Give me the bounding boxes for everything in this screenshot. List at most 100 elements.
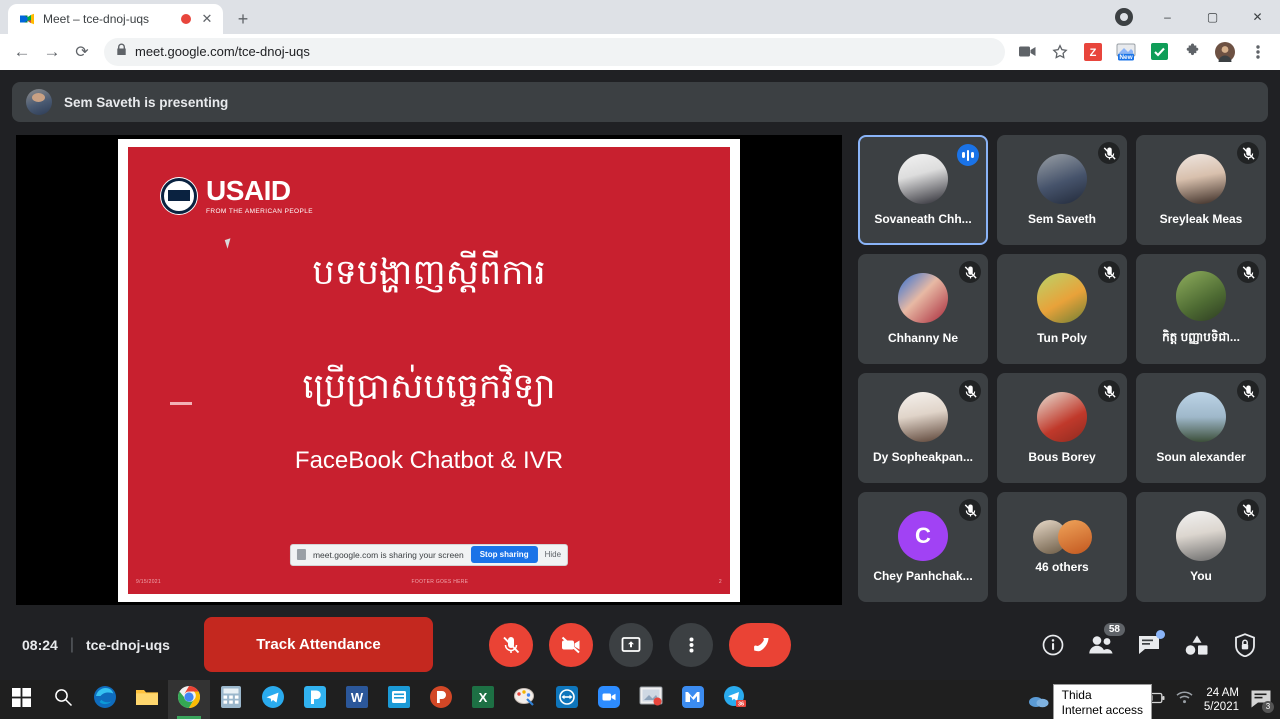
- participant-tile[interactable]: Bous Borey: [997, 373, 1127, 483]
- participant-tile[interactable]: Sovaneath Chh...: [858, 135, 988, 245]
- present-screen-button[interactable]: [609, 622, 653, 667]
- browser-tab[interactable]: Meet – tce-dnoj-uqs ✕: [8, 4, 223, 34]
- taskbar-item-teamviewer[interactable]: [546, 680, 588, 719]
- notifications-icon[interactable]: 3: [1250, 689, 1274, 713]
- back-button[interactable]: ←: [8, 38, 36, 66]
- windows-taskbar: WX36 90°F 24 AM 5/2021: [0, 680, 1280, 719]
- usaid-tagline: FROM THE AMERICAN PEOPLE: [206, 207, 313, 215]
- track-attendance-button[interactable]: Track Attendance: [203, 617, 433, 672]
- chrome-menu-icon[interactable]: [1244, 38, 1272, 66]
- microsoft-word-icon: W: [346, 686, 368, 713]
- taskbar-item-microsoft-word[interactable]: W: [336, 680, 378, 719]
- taskbar-item-microsoft-edge[interactable]: [84, 680, 126, 719]
- camera-share-icon[interactable]: [1013, 38, 1041, 66]
- participant-tile[interactable]: Dy Sopheakpan...: [858, 373, 988, 483]
- people-participants-icon[interactable]: 58: [1088, 622, 1125, 658]
- file-explorer-icon: [135, 687, 159, 712]
- host-controls-shield-icon[interactable]: [1232, 632, 1258, 658]
- participant-name: កិត្ត បញ្ញាបទិជា...: [1162, 330, 1240, 344]
- participant-tile[interactable]: 46 others: [997, 492, 1127, 602]
- maximize-button[interactable]: ▢: [1190, 0, 1235, 34]
- taskbar-item-file-explorer[interactable]: [126, 680, 168, 719]
- clock-widget[interactable]: 24 AM 5/2021: [1204, 686, 1239, 714]
- meeting-details-info-icon[interactable]: [1040, 632, 1066, 658]
- tab-title: Meet – tce-dnoj-uqs: [43, 12, 150, 26]
- participant-tile[interactable]: You: [1136, 492, 1266, 602]
- participant-tile[interactable]: Sreyleak Meas: [1136, 135, 1266, 245]
- microphone-muted-icon: [1237, 142, 1259, 164]
- taskbar-item-microsoft-teams[interactable]: [378, 680, 420, 719]
- avatar: [1176, 154, 1226, 204]
- recording-status-icon[interactable]: [1115, 8, 1133, 26]
- taskbar-item-telegram-desktop[interactable]: 36: [714, 680, 756, 719]
- svg-text:Z: Z: [1090, 47, 1097, 59]
- close-window-button[interactable]: ✕: [1235, 0, 1280, 34]
- forward-button[interactable]: →: [38, 38, 66, 66]
- taskbar-items: W X 36: [0, 680, 756, 719]
- participant-name: Tun Poly: [1037, 331, 1087, 345]
- participant-name: Bous Borey: [1028, 450, 1096, 464]
- participant-name: You: [1190, 569, 1212, 583]
- taskbar-item-mega[interactable]: [672, 680, 714, 719]
- more-options-button[interactable]: [669, 622, 713, 667]
- extensions-puzzle-icon[interactable]: [1178, 38, 1206, 66]
- svg-text:New: New: [1119, 54, 1133, 61]
- taskbar-item-pitch[interactable]: [294, 680, 336, 719]
- hide-share-bar-button[interactable]: Hide: [545, 550, 561, 559]
- bookmark-star-icon[interactable]: [1046, 38, 1074, 66]
- taskbar-item-calculator[interactable]: [210, 680, 252, 719]
- address-bar[interactable]: meet.google.com/tce-dnoj-uqs: [104, 37, 1005, 66]
- checkmark-extension-icon[interactable]: [1145, 38, 1173, 66]
- taskbar-item-windows-start[interactable]: [0, 680, 42, 719]
- reload-button[interactable]: ⟳: [68, 38, 96, 66]
- taskbar-item-search[interactable]: [42, 680, 84, 719]
- clock-time: 24 AM: [1206, 686, 1239, 699]
- taskbar-item-microsoft-powerpoint[interactable]: [420, 680, 462, 719]
- slide-title-line-2: ប្រើប្រាស់បច្ចេកវិទ្យា: [302, 366, 556, 406]
- meeting-controls-bar: 08:24 | tce-dnoj-uqs Track Attendance 58: [0, 609, 1280, 680]
- new-extension-icon[interactable]: New: [1112, 38, 1140, 66]
- activities-icon[interactable]: [1184, 632, 1210, 658]
- taskbar-item-paint[interactable]: [504, 680, 546, 719]
- participant-name: Sreyleak Meas: [1159, 212, 1243, 226]
- participant-tile[interactable]: Tun Poly: [997, 254, 1127, 364]
- slide-page-number: 2: [718, 578, 722, 585]
- svg-text:36: 36: [738, 702, 744, 708]
- present-screen-icon: [621, 636, 641, 652]
- taskbar-item-remote-desktop[interactable]: [630, 680, 672, 719]
- slide-footer-text: FOOTER GOES HERE: [411, 578, 469, 585]
- wifi-icon[interactable]: [1176, 691, 1193, 709]
- separator: |: [69, 635, 74, 653]
- microsoft-excel-icon: X: [472, 686, 494, 713]
- participant-tile[interactable]: C Chey Panhchak...: [858, 492, 988, 602]
- participant-tile[interactable]: កិត្ត បញ្ញាបទិជា...: [1136, 254, 1266, 364]
- taskbar-item-zoom[interactable]: [588, 680, 630, 719]
- shared-screen-area[interactable]: USAID FROM THE AMERICAN PEOPLE បទបង្ហាញស…: [16, 135, 842, 605]
- others-avatars: [1032, 520, 1092, 554]
- taskbar-item-telegram[interactable]: [252, 680, 294, 719]
- participant-tile[interactable]: Sem Saveth: [997, 135, 1127, 245]
- avatar: C: [898, 511, 948, 561]
- participant-name: Sem Saveth: [1027, 212, 1097, 226]
- notification-count-badge: 3: [1262, 700, 1274, 713]
- taskbar-item-microsoft-excel[interactable]: X: [462, 680, 504, 719]
- remote-desktop-icon: [639, 686, 663, 713]
- participant-tile[interactable]: Soun alexander: [1136, 373, 1266, 483]
- camera-off-button[interactable]: [549, 622, 593, 667]
- search-icon: [54, 688, 73, 712]
- microsoft-teams-icon: [388, 686, 410, 713]
- profile-avatar-icon[interactable]: [1211, 38, 1239, 66]
- avatar: [1037, 392, 1087, 442]
- stop-sharing-button[interactable]: Stop sharing: [470, 546, 538, 563]
- chat-icon[interactable]: [1136, 629, 1165, 658]
- calculator-icon: [221, 686, 241, 713]
- microphone-off-button[interactable]: [489, 622, 533, 667]
- participant-tile[interactable]: Chhanny Ne: [858, 254, 988, 364]
- taskbar-item-google-chrome[interactable]: [168, 680, 210, 719]
- zoom-extension-icon[interactable]: Z: [1079, 38, 1107, 66]
- minimize-button[interactable]: –: [1145, 0, 1190, 34]
- tab-close-icon[interactable]: ✕: [199, 11, 215, 27]
- new-tab-button[interactable]: +: [229, 5, 257, 33]
- end-call-button[interactable]: [729, 622, 791, 667]
- microphone-off-icon: [503, 636, 520, 653]
